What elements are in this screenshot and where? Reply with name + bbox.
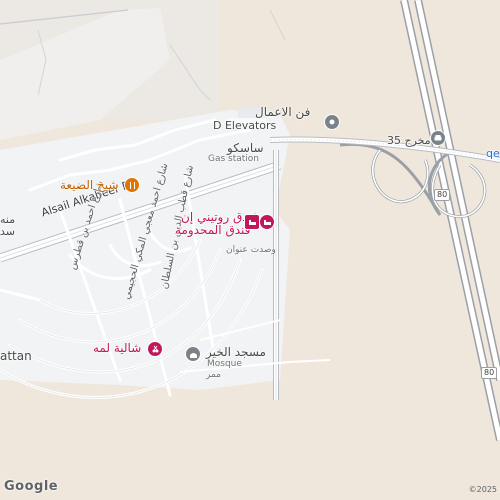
exit-pin-icon[interactable] <box>430 130 446 146</box>
edge-label-2: سد <box>0 225 15 238</box>
edge-label-3: attan <box>0 349 32 363</box>
elevators-pin-glyph <box>329 119 335 125</box>
car-icon <box>434 135 442 141</box>
poi-hotel-sub: وصدت عنوان <box>226 245 276 255</box>
poi-salon-name[interactable]: شالية لمه <box>93 342 141 354</box>
poi-elevators-sub[interactable]: D Elevators <box>213 120 276 131</box>
bed-icon <box>248 219 256 225</box>
poi-elevators-name[interactable]: فن الاعمال <box>255 106 310 118</box>
poi-exit-name[interactable]: مخرج 35 <box>387 135 431 146</box>
mosque-icon <box>189 352 197 358</box>
fork-knife-icon <box>129 181 135 189</box>
mosque-pin-icon[interactable] <box>185 346 201 362</box>
salon-pin-icon[interactable] <box>147 341 163 357</box>
hotel-secondary-pin-icon[interactable] <box>259 214 275 230</box>
poi-gas-station-name[interactable]: ساسكو <box>227 142 264 154</box>
restaurant-pin-icon[interactable] <box>124 177 140 193</box>
bed-icon-2 <box>263 219 271 225</box>
poi-mosque-extra: ممر <box>206 370 221 380</box>
google-logo: Google <box>4 479 59 494</box>
edge-label-1: منه <box>0 213 16 226</box>
poi-mosque-category: Mosque <box>207 359 242 369</box>
poi-restaurant-name[interactable]: شيخ الضيعة <box>60 179 118 191</box>
poi-mosque-name[interactable]: مسجد الخير <box>206 346 266 358</box>
hotel-pin-icon[interactable] <box>244 214 260 230</box>
scissors-icon <box>152 345 158 352</box>
poi-gas-station-category: Gas station <box>208 154 260 164</box>
highway-shield-80-upper: 80 <box>434 189 451 201</box>
elevators-pin-icon[interactable] <box>324 114 340 130</box>
highway-shield-80-lower: 80 <box>481 367 498 379</box>
poi-exit-partial: qe <box>486 147 500 160</box>
poi-hotel-line2[interactable]: فندق المحدومة <box>175 224 250 236</box>
map-copyright: ©2025 <box>468 485 497 494</box>
map-view[interactable]: Alsail Alkabeer Rd شارع احمد بن قطرس شار… <box>0 0 500 500</box>
